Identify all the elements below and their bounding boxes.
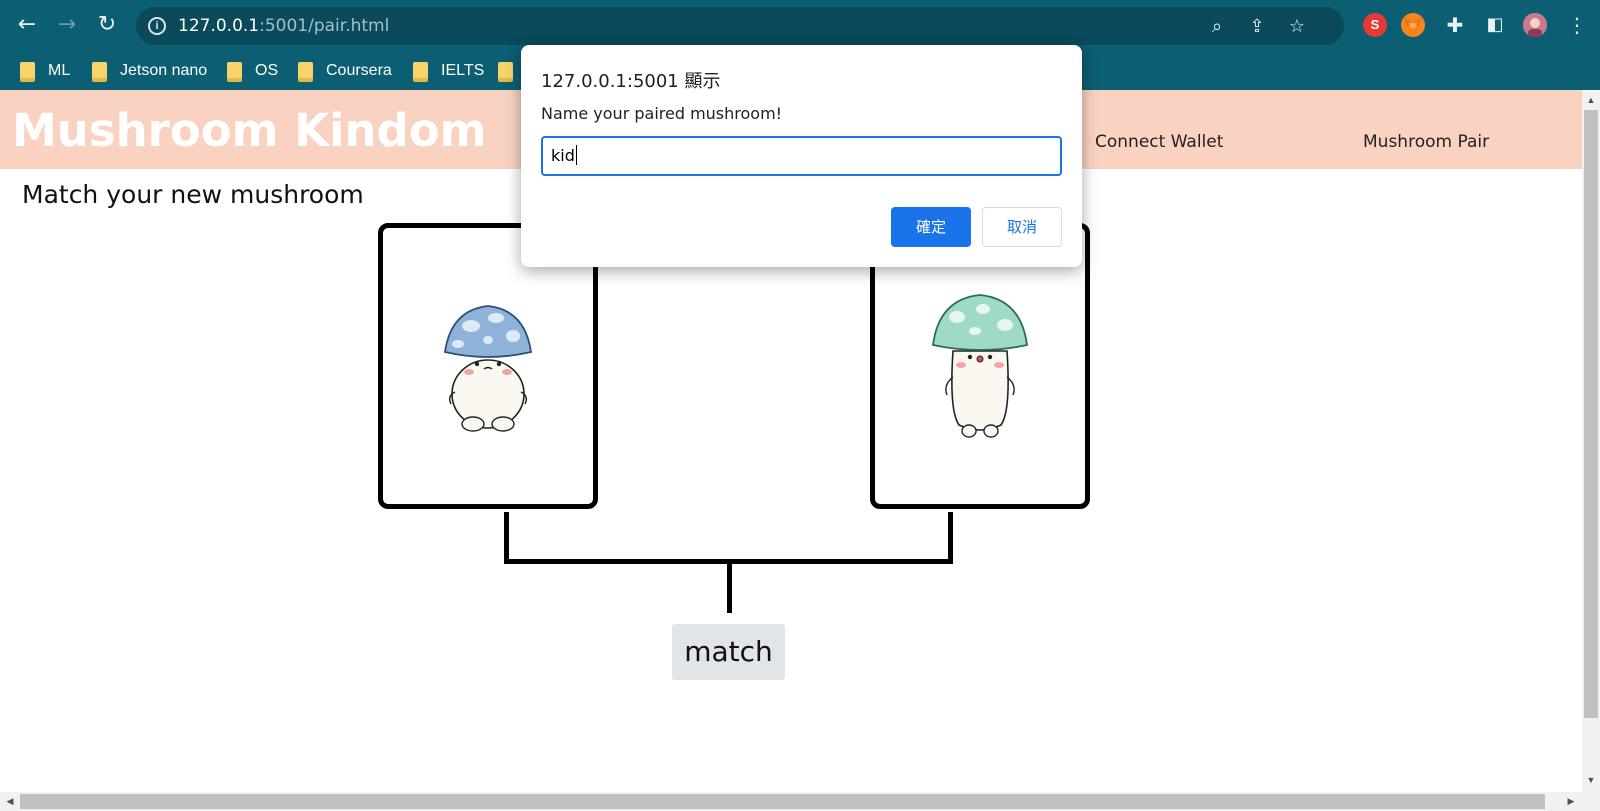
bookmark-ml[interactable]: ML <box>20 59 70 83</box>
extensions-puzzle-icon[interactable]: ✚ <box>1444 14 1466 36</box>
nav-mushroom-pair[interactable]: Mushroom Pair <box>1363 132 1489 152</box>
folder-icon <box>413 62 428 82</box>
match-button[interactable]: match <box>672 624 785 680</box>
bookmark-coursera[interactable]: Coursera <box>298 59 392 83</box>
page-heading: Match your new mushroom <box>22 180 364 209</box>
blue-mushroom-image <box>443 305 533 432</box>
horizontal-scrollbar[interactable]: ◀ ▶ <box>0 792 1600 811</box>
dialog-name-input[interactable]: kid <box>541 136 1062 176</box>
connector-right <box>948 512 953 562</box>
vertical-scroll-thumb[interactable] <box>1584 110 1598 718</box>
connector-down <box>727 559 732 613</box>
address-bar[interactable]: i 127.0.0.1:5001/pair.html ⌕ ⇪ ☆ <box>136 7 1344 45</box>
vertical-scrollbar[interactable]: ▲ ▼ <box>1582 90 1600 792</box>
bookmark-os[interactable]: OS <box>227 59 278 83</box>
ok-button[interactable]: 確定 <box>891 207 971 247</box>
zoom-icon[interactable]: ⌕ <box>1206 16 1228 38</box>
chrome-menu-icon[interactable]: ⋮ <box>1566 14 1588 36</box>
metamask-fox-icon[interactable] <box>1401 13 1425 37</box>
back-icon[interactable]: ← <box>14 12 40 38</box>
connector-left <box>504 512 509 562</box>
reload-icon[interactable]: ↻ <box>94 12 120 38</box>
bookmark-ielts[interactable]: IELTS <box>413 59 484 83</box>
dialog-message: Name your paired mushroom! <box>541 104 783 123</box>
horizontal-scroll-thumb[interactable] <box>20 794 1545 809</box>
mint-mushroom-image <box>931 294 1029 438</box>
folder-icon <box>227 62 242 82</box>
prompt-dialog: 127.0.0.1:5001 顯示 Name your paired mushr… <box>521 45 1082 267</box>
folder-icon <box>92 62 107 82</box>
scroll-up-icon[interactable]: ▲ <box>1582 92 1600 108</box>
folder-icon <box>298 62 313 82</box>
cancel-button[interactable]: 取消 <box>982 207 1062 247</box>
scroll-left-icon[interactable]: ◀ <box>2 792 18 811</box>
site-info-icon[interactable]: i <box>148 17 166 35</box>
text-caret <box>575 145 577 165</box>
nav-connect-wallet[interactable]: Connect Wallet <box>1095 132 1223 152</box>
bookmark-star-icon[interactable]: ☆ <box>1286 16 1308 38</box>
scroll-right-icon[interactable]: ▶ <box>1563 792 1579 811</box>
bookmark-jetson-nano[interactable]: Jetson nano <box>92 59 207 83</box>
share-icon[interactable]: ⇪ <box>1246 16 1268 38</box>
folder-icon <box>498 62 513 82</box>
folder-icon <box>20 62 35 82</box>
forward-icon[interactable]: → <box>54 12 80 38</box>
scroll-down-icon[interactable]: ▼ <box>1582 772 1600 788</box>
site-title[interactable]: Mushroom Kindom <box>12 104 487 157</box>
extension-s-icon[interactable]: S <box>1363 13 1387 37</box>
dialog-input-value: kid <box>551 146 575 165</box>
url-text[interactable]: 127.0.0.1:5001/pair.html <box>178 16 389 36</box>
side-panel-icon[interactable]: ◧ <box>1484 14 1506 36</box>
profile-avatar[interactable] <box>1523 13 1547 37</box>
dialog-origin: 127.0.0.1:5001 顯示 <box>541 71 721 92</box>
